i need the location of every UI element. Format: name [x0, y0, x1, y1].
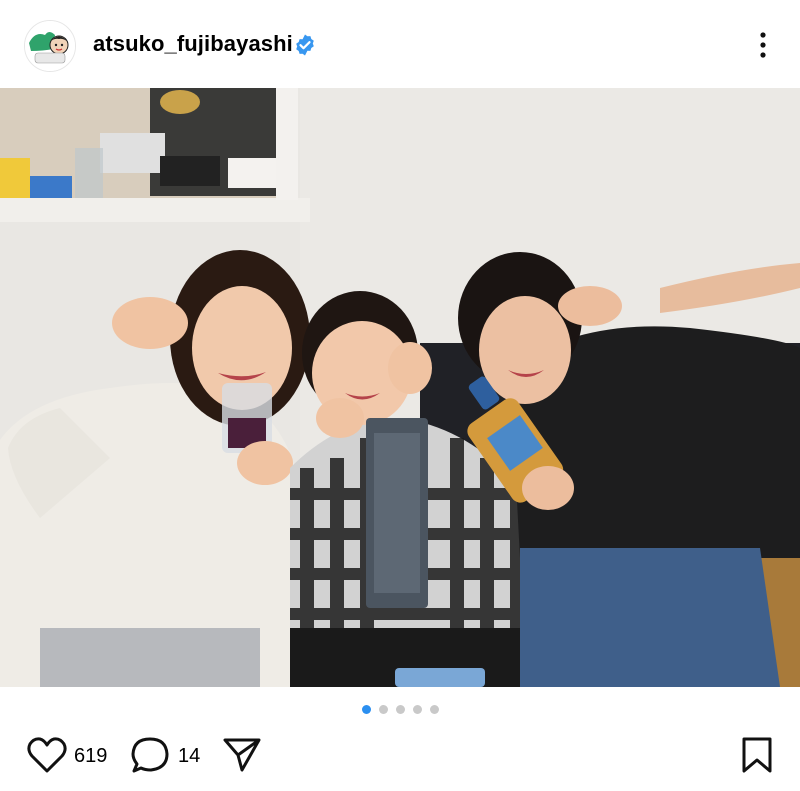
carousel-dot-active[interactable]: [361, 705, 371, 714]
comment-icon[interactable]: [130, 735, 172, 775]
comment-count[interactable]: 14: [178, 745, 200, 768]
post-photo[interactable]: [0, 88, 800, 687]
heart-icon[interactable]: [26, 735, 68, 775]
avatar[interactable]: [24, 20, 76, 72]
avatar-illustration: [25, 21, 75, 71]
verified-badge-icon: [296, 34, 314, 56]
bookmark-icon[interactable]: [740, 736, 774, 774]
carousel-dot[interactable]: [395, 705, 405, 714]
photo-illustration: [0, 88, 800, 687]
carousel-dot[interactable]: [429, 705, 439, 714]
action-bar: [0, 730, 800, 780]
carousel-indicator: [0, 705, 800, 717]
username[interactable]: atsuko_fujibayashi: [93, 31, 293, 57]
send-icon[interactable]: [222, 735, 262, 775]
post-header: atsuko_fujibayashi: [0, 0, 800, 88]
carousel-dot[interactable]: [412, 705, 422, 714]
carousel-dot[interactable]: [378, 705, 388, 714]
more-vertical-icon[interactable]: [748, 28, 778, 62]
like-count[interactable]: 619: [74, 745, 107, 768]
